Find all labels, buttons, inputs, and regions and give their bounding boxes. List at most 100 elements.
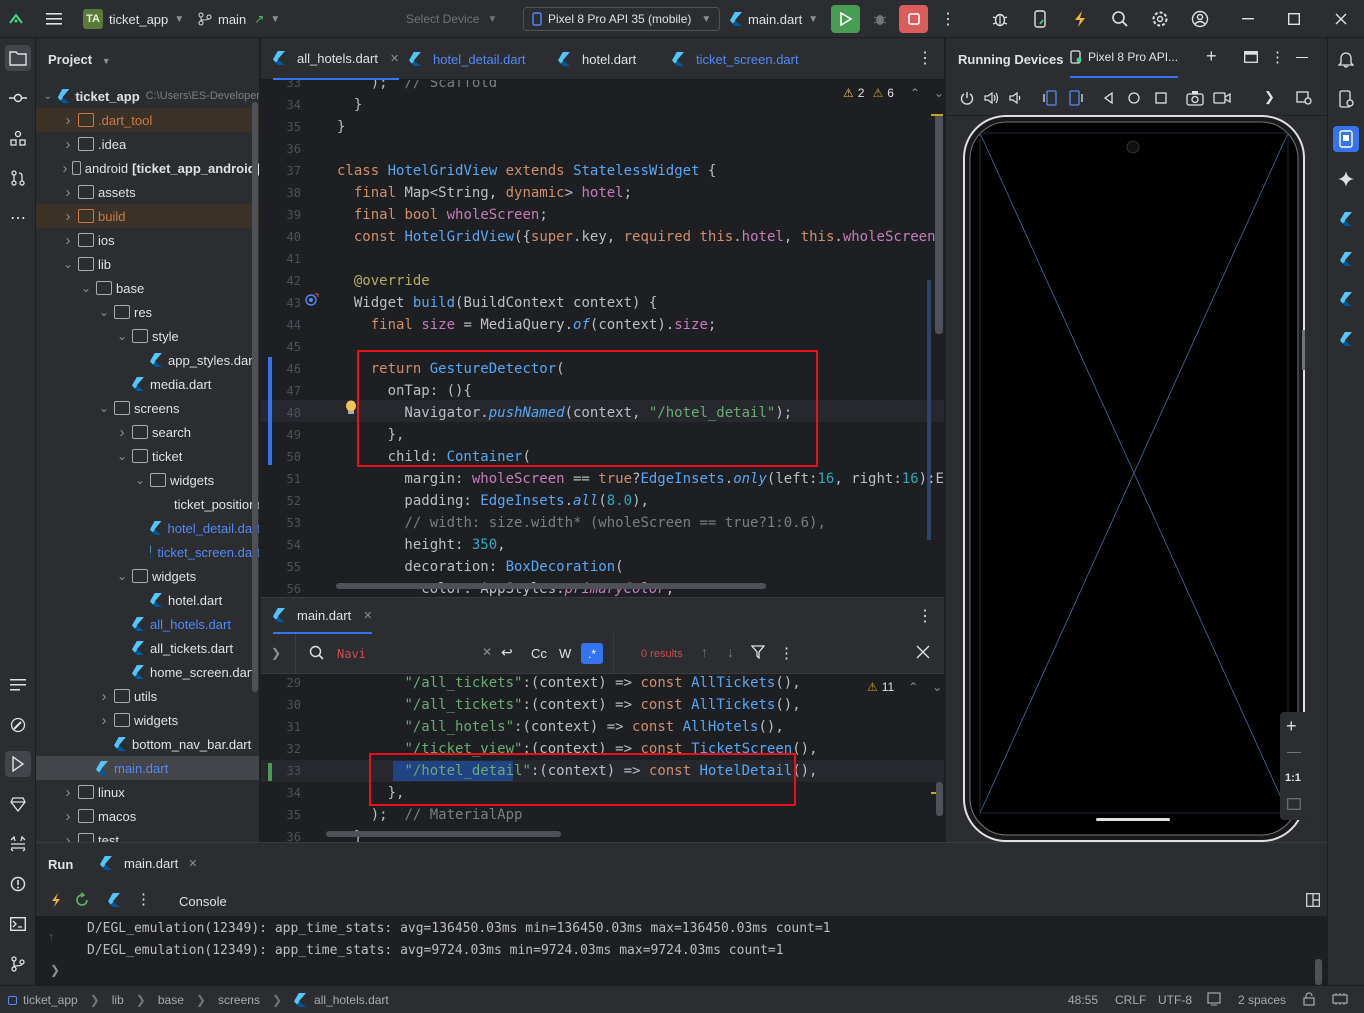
tree-item[interactable]: › .idea [36, 132, 259, 156]
chevron-down-icon[interactable]: ⌄ [116, 329, 128, 343]
chevron-down-icon[interactable]: ⌄ [116, 449, 128, 463]
next-occurrence-icon[interactable]: ↓ [727, 644, 734, 660]
rotate-right-icon[interactable] [1068, 90, 1084, 106]
bottom-horizontal-scrollbar[interactable] [326, 831, 561, 837]
bottom-code-editor[interactable]: 29 "/all_tickets":(context) => const All… [261, 674, 944, 842]
chevron-right-icon[interactable]: › [62, 112, 74, 129]
code-editor[interactable]: 33 ); // Scaffold 34 } 35} 36 37 class HotelG… [261, 80, 944, 596]
tree-item[interactable]: ⌄ ticket [36, 444, 259, 468]
maximize-window-icon[interactable] [1284, 9, 1304, 29]
device-selector[interactable]: Pixel 8 Pro API 35 (mobile) ▼ [523, 0, 721, 38]
chevron-up-icon[interactable]: ⌃ [908, 680, 918, 694]
tree-item[interactable]: › macos [36, 804, 259, 828]
layout-icon[interactable] [1244, 51, 1258, 63]
search-history-icon[interactable] [309, 645, 327, 661]
inspection-widget[interactable]: ⚠ 2 ⚠ 6 ⌃ ⌄ [843, 86, 944, 100]
chevron-right-icon[interactable]: › [98, 712, 110, 729]
chevron-right-icon[interactable]: › [62, 208, 74, 225]
notifications-bell-icon[interactable] [1333, 46, 1359, 72]
tab-main[interactable]: main.dart ✕ [273, 598, 373, 634]
todo-list-icon[interactable] [5, 672, 31, 698]
breadcrumb-item[interactable]: base [158, 993, 184, 1007]
flutter-devtools-icon[interactable] [1333, 326, 1359, 352]
lock-icon[interactable] [1302, 992, 1316, 1006]
previous-occurrence-icon[interactable]: ↑ [701, 644, 708, 660]
chevron-down-icon[interactable]: ⌄ [98, 305, 110, 319]
expand-icon[interactable]: ❯ [50, 963, 60, 977]
zoom-in-icon[interactable]: + [1286, 716, 1297, 737]
chevron-right-icon[interactable]: › [62, 232, 74, 249]
layout-toggle-icon[interactable] [1306, 893, 1320, 907]
chevron-down-icon[interactable]: ⌄ [62, 257, 74, 271]
find-input[interactable] [337, 644, 477, 664]
project-switcher[interactable]: TA ticket_app ▼ [83, 0, 184, 38]
zoom-fit-icon[interactable] [1287, 798, 1301, 810]
build-hammer-icon[interactable] [5, 712, 31, 738]
tree-item[interactable]: media.dart [36, 372, 259, 396]
pull-requests-icon[interactable] [5, 165, 31, 191]
chevron-down-icon[interactable]: ⌄ [134, 473, 146, 487]
tab-all-hotels[interactable]: all_hotels.dart ✕ [273, 38, 400, 80]
run-tool-icon[interactable] [5, 751, 31, 777]
close-tab-icon[interactable]: ✕ [363, 609, 372, 622]
tree-item[interactable]: hotel.dart [36, 588, 259, 612]
logcat-icon[interactable] [5, 831, 31, 857]
tree-item[interactable]: › linux [36, 780, 259, 804]
back-icon[interactable] [1102, 91, 1114, 105]
chevron-right-icon[interactable]: › [98, 688, 110, 705]
tree-item[interactable]: › build [36, 204, 259, 228]
project-panel-title[interactable]: Project ▼ [48, 52, 111, 67]
whole-words-toggle[interactable]: W [559, 646, 571, 661]
zoom-actual-size[interactable]: 1:1 [1285, 772, 1301, 784]
tree-item[interactable]: › utils [36, 684, 259, 708]
tree-item[interactable]: home_screen.dart [36, 660, 259, 684]
tree-item[interactable]: ⌄ widgets [36, 468, 259, 492]
vcs-branch-switcher[interactable]: main ↗ ▼ [198, 0, 280, 38]
screenshot-icon[interactable] [1186, 90, 1204, 106]
tree-item[interactable]: › .dart_tool [36, 108, 259, 132]
lightbulb-icon[interactable] [345, 400, 357, 416]
console-scrollbar[interactable] [1315, 959, 1322, 985]
screen-record-icon[interactable] [1213, 91, 1231, 105]
tree-item[interactable]: ⌄ screens [36, 396, 259, 420]
hot-reload-icon[interactable] [1070, 9, 1090, 29]
hide-panel-icon[interactable] [1296, 57, 1308, 59]
chevron-down-icon[interactable]: ⌄ [932, 680, 942, 694]
chevron-down-icon[interactable]: ⌄ [934, 86, 944, 100]
tab-hotel-detail[interactable]: hotel_detail.dart [409, 38, 526, 80]
project-scrollbar[interactable] [252, 102, 258, 692]
close-tab-icon[interactable]: ✕ [390, 52, 399, 65]
stop-button[interactable] [899, 5, 928, 33]
overview-icon[interactable] [1155, 92, 1167, 104]
gemini-sparkle-icon[interactable] [1333, 166, 1359, 192]
file-encoding[interactable]: UTF-8 [1158, 993, 1192, 1007]
scroll-up-icon[interactable]: ↑ [48, 929, 55, 944]
line-separator[interactable]: CRLF [1115, 993, 1146, 1007]
breadcrumb-item[interactable]: ticket_app [23, 993, 78, 1007]
chevron-down-icon[interactable]: ⌄ [42, 90, 54, 102]
caret-position[interactable]: 48:55 [1068, 993, 1098, 1007]
tree-item[interactable]: › assets [36, 180, 259, 204]
main-menu-icon[interactable] [44, 9, 64, 29]
search-icon[interactable] [1110, 9, 1130, 29]
terminal-icon[interactable] [5, 911, 31, 937]
git-tool-icon[interactable] [5, 951, 31, 977]
horizontal-scrollbar[interactable] [336, 583, 766, 589]
gemini-gem-icon[interactable] [5, 791, 31, 817]
editor-scrollbar[interactable] [935, 114, 943, 334]
close-window-icon[interactable] [1331, 9, 1351, 29]
readonly-toggle-icon[interactable] [1207, 992, 1221, 1006]
tree-item[interactable]: ⌄ ticket_app C:\Users\ES-Developer [36, 84, 259, 108]
hot-restart-icon[interactable] [74, 892, 90, 908]
tree-item[interactable]: ticket_screen.dart [36, 540, 259, 564]
chevron-up-icon[interactable]: ⌃ [910, 86, 920, 100]
tree-item[interactable]: main.dart [36, 756, 259, 780]
new-line-icon[interactable]: ↩ [501, 644, 513, 661]
expand-replace-icon[interactable]: ❯ [271, 646, 281, 660]
running-devices-side-icon[interactable] [1333, 126, 1359, 152]
select-device-dropdown[interactable]: Select Device ▼ [406, 0, 497, 38]
more-controls-chevron-icon[interactable]: ❯ [1264, 89, 1275, 105]
tab-actions-icon[interactable]: ⋮ [917, 48, 933, 68]
more-tools-icon[interactable]: ⋯ [5, 205, 31, 231]
chevron-right-icon[interactable]: › [62, 832, 74, 843]
